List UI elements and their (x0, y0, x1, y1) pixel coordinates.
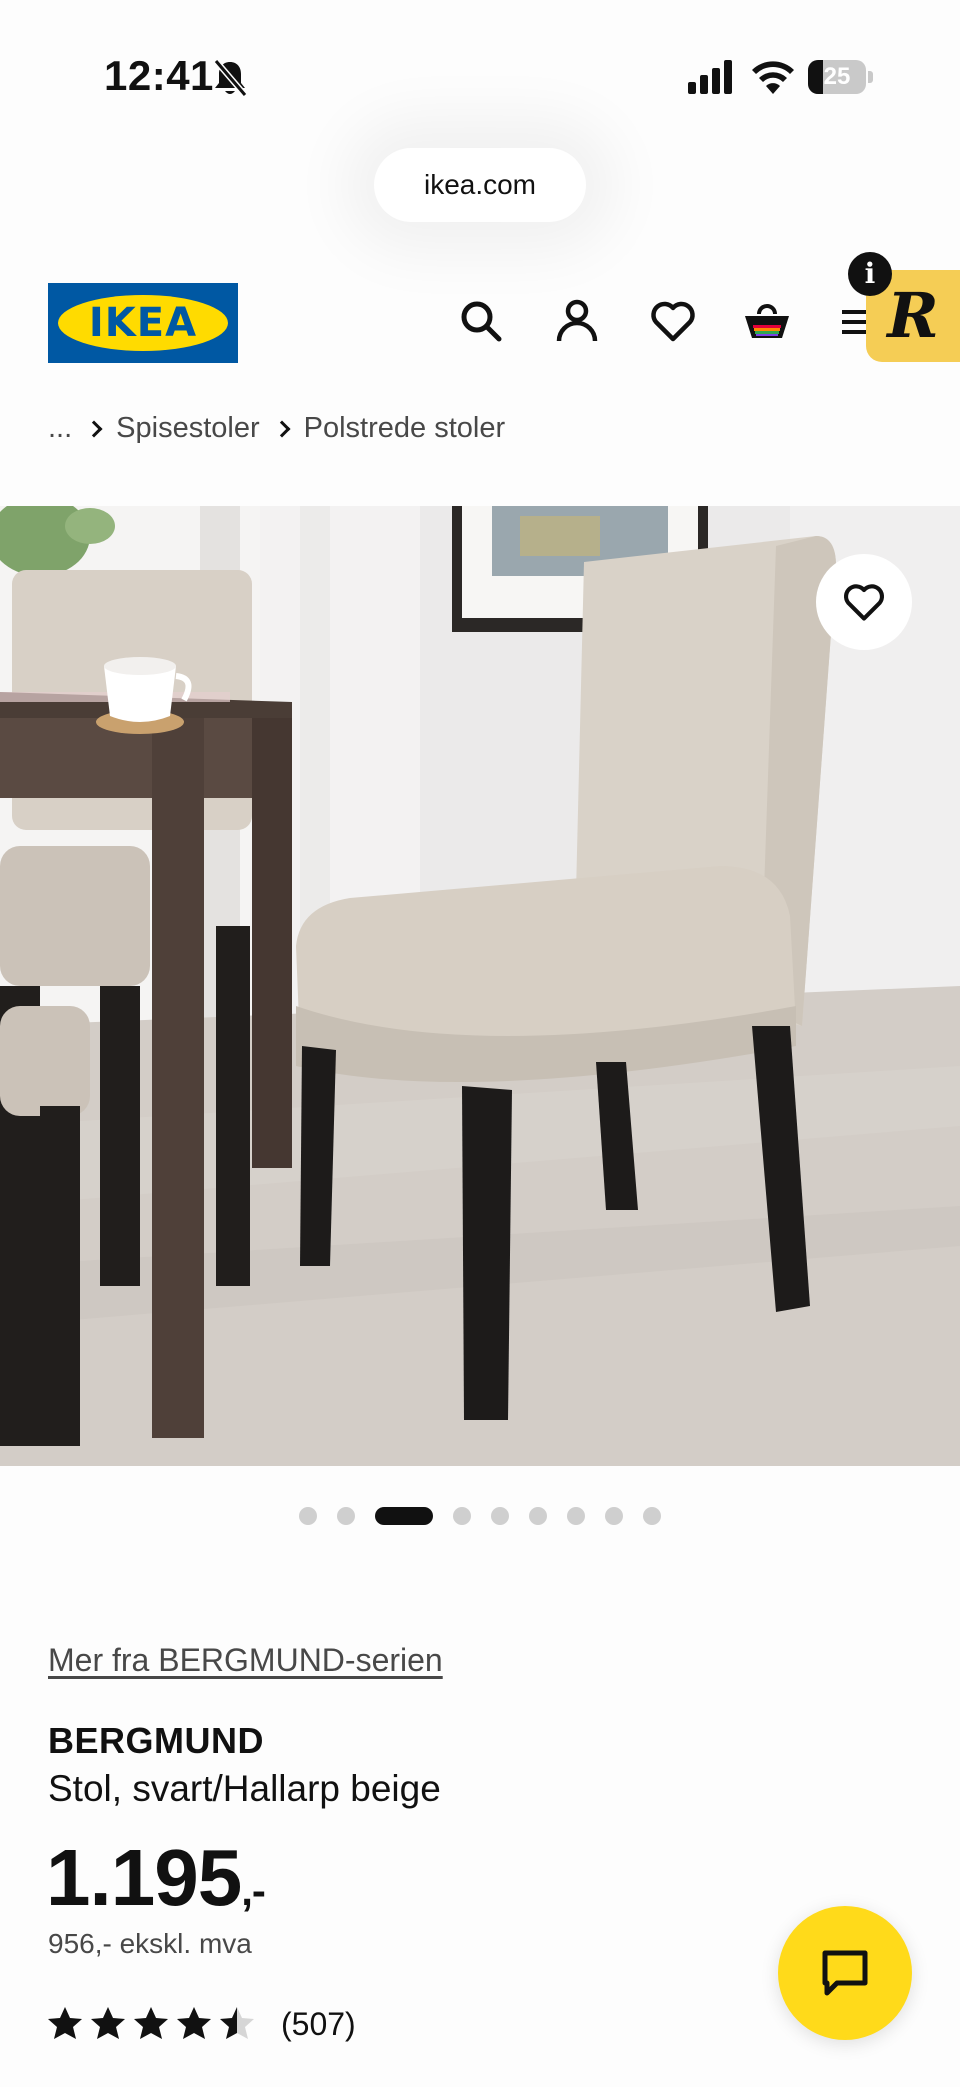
star-full-icon (177, 2007, 211, 2039)
info-icon[interactable]: i (848, 252, 892, 296)
wifi-icon (752, 61, 794, 94)
carousel-dot[interactable] (337, 1507, 355, 1525)
logo-text: IKEA (88, 300, 198, 346)
carousel-dot[interactable] (605, 1507, 623, 1525)
battery-indicator: 25 (808, 60, 874, 94)
rating-stars (46, 2005, 261, 2043)
rating[interactable]: (507) (46, 2004, 356, 2044)
breadcrumb-item-polstrede-stoler[interactable]: Polstrede stoler (304, 412, 506, 445)
ikea-logo[interactable]: IKEA (48, 283, 238, 363)
heart-icon[interactable] (648, 296, 698, 346)
product-image[interactable] (0, 506, 960, 1466)
chair-photo (0, 506, 960, 1466)
price-excl-vat: 956,- ekskl. mva (48, 1928, 252, 1959)
carousel-dot[interactable] (643, 1507, 661, 1525)
product-name: BERGMUND (48, 1720, 264, 1761)
star-full-icon (134, 2007, 168, 2039)
breadcrumb-item-spisestoler[interactable]: Spisestoler (116, 412, 259, 445)
star-half-icon (220, 2007, 254, 2039)
cellular-signal-icon (688, 60, 732, 94)
star-full-icon (48, 2007, 82, 2039)
breadcrumb: ... Spisestoler Polstrede stoler (48, 408, 505, 448)
carousel-dot[interactable] (299, 1507, 317, 1525)
chevron-right-icon (260, 414, 304, 442)
address-bar[interactable]: ikea.com (374, 148, 586, 222)
carousel-dot[interactable] (529, 1507, 547, 1525)
carousel-dot[interactable] (453, 1507, 471, 1525)
cart-icon[interactable] (742, 296, 792, 346)
price-suffix: ,- (241, 1867, 266, 1914)
series-link[interactable]: Mer fra BERGMUND-serien (48, 1642, 443, 1679)
battery-level: 25 (823, 63, 851, 90)
add-to-favourites-button[interactable] (816, 554, 912, 650)
carousel-dot[interactable] (567, 1507, 585, 1525)
breadcrumb-ellipsis[interactable]: ... (48, 412, 72, 445)
review-count[interactable]: (507) (281, 2006, 356, 2043)
product-description: Stol, svart/Hallarp beige (48, 1768, 441, 1809)
heart-icon (844, 584, 884, 621)
chat-button[interactable] (778, 1906, 912, 2040)
site-header: IKEA R i (0, 252, 960, 370)
product-price: 1.195 ,- (46, 1832, 266, 1924)
url-text: ikea.com (423, 169, 537, 200)
price-main: 1.195 (46, 1833, 242, 1922)
carousel-dot-active[interactable] (375, 1507, 433, 1525)
carousel-dot[interactable] (491, 1507, 509, 1525)
account-icon[interactable] (552, 296, 602, 346)
chevron-right-icon (72, 414, 116, 442)
star-full-icon (91, 2007, 125, 2039)
status-time: 12:41 (104, 52, 214, 99)
bell-off-icon (213, 59, 248, 97)
carousel-indicator[interactable] (0, 1500, 960, 1530)
status-bar: 12:41 25 (0, 0, 960, 140)
chat-icon (822, 1950, 868, 1996)
search-icon[interactable] (456, 296, 506, 346)
